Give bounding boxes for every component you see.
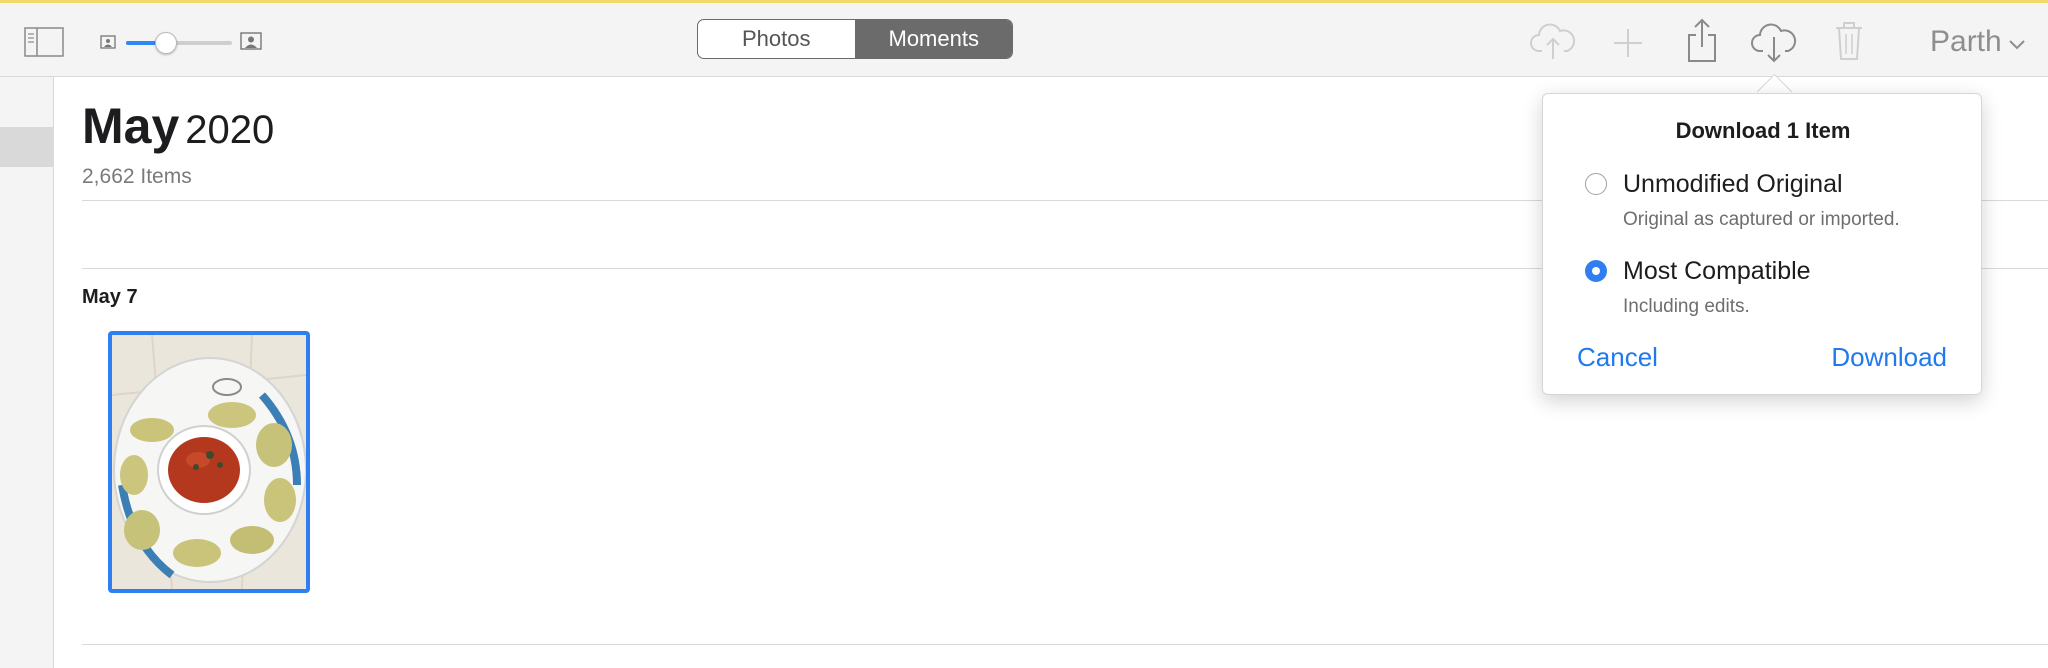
sidebar-icon[interactable] xyxy=(24,27,64,57)
option-label[interactable]: Most Compatible xyxy=(1623,257,1811,286)
user-menu[interactable]: Parth xyxy=(1930,25,2026,59)
option-description: Including edits. xyxy=(1623,296,1750,317)
plus-icon[interactable] xyxy=(1612,27,1644,64)
page-title: May 2020 xyxy=(82,97,274,155)
radio-unmodified-original[interactable] xyxy=(1585,173,1607,195)
segment-moments[interactable]: Moments xyxy=(855,20,1012,58)
title-month: May xyxy=(82,98,180,154)
trash-icon[interactable] xyxy=(1834,21,1864,66)
photo-thumbnail[interactable] xyxy=(108,331,310,593)
option-label[interactable]: Unmodified Original xyxy=(1623,170,1843,199)
title-year: 2020 xyxy=(185,108,275,152)
download-popover: Download 1 Item Unmodified Original Orig… xyxy=(1542,93,1982,395)
option-description: Original as captured or imported. xyxy=(1623,209,1900,230)
sidebar xyxy=(0,77,54,668)
segment-photos[interactable]: Photos xyxy=(698,20,856,58)
day-heading: May 7 xyxy=(82,286,138,308)
item-count: 2,662 Items xyxy=(82,165,192,188)
chevron-down-icon xyxy=(2008,25,2026,59)
share-icon[interactable] xyxy=(1686,17,1718,68)
zoom-slider-thumb[interactable] xyxy=(155,32,178,54)
zoom-slider[interactable] xyxy=(126,32,232,54)
large-photo-icon[interactable] xyxy=(240,32,262,55)
popover-title: Download 1 Item xyxy=(1675,118,1851,143)
divider xyxy=(82,644,2048,645)
user-name: Parth xyxy=(1930,25,2002,58)
small-photo-icon[interactable] xyxy=(100,35,116,54)
sidebar-selected-item[interactable] xyxy=(0,127,53,167)
view-segmented-control: Photos Moments xyxy=(697,19,1013,59)
cloud-download-icon[interactable] xyxy=(1751,21,1797,70)
radio-most-compatible[interactable] xyxy=(1585,260,1607,282)
toolbar: Photos Moments Parth xyxy=(0,3,2048,77)
download-button[interactable]: Download xyxy=(1831,342,1947,373)
cloud-upload-icon[interactable] xyxy=(1530,21,1576,66)
cancel-button[interactable]: Cancel xyxy=(1577,342,1658,373)
